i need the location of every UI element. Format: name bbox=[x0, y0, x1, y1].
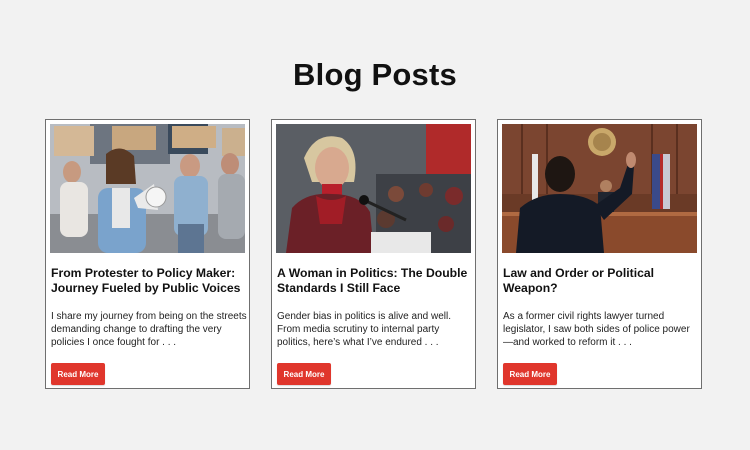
post-title[interactable]: A Woman in Politics: The Double Standard… bbox=[277, 266, 472, 296]
post-image-courtroom[interactable] bbox=[502, 124, 697, 253]
blog-card: Law and Order or Political Weapon? As a … bbox=[497, 119, 702, 389]
post-title[interactable]: Law and Order or Political Weapon? bbox=[503, 266, 698, 296]
post-image-podium[interactable] bbox=[276, 124, 471, 253]
blog-post-grid: From Protester to Policy Maker: Journey … bbox=[45, 119, 705, 391]
blog-card: From Protester to Policy Maker: Journey … bbox=[45, 119, 250, 389]
post-excerpt: As a former civil rights lawyer turned l… bbox=[503, 311, 690, 348]
courtroom-photo bbox=[502, 124, 697, 253]
read-more-button[interactable]: Read More bbox=[277, 363, 331, 385]
post-excerpt: Gender bias in politics is alive and wel… bbox=[277, 311, 451, 348]
post-image-protest[interactable] bbox=[50, 124, 245, 253]
blog-card: A Woman in Politics: The Double Standard… bbox=[271, 119, 476, 389]
page-title: Blog Posts bbox=[293, 56, 457, 92]
post-title[interactable]: From Protester to Policy Maker: Journey … bbox=[51, 266, 246, 296]
read-more-button[interactable]: Read More bbox=[503, 363, 557, 385]
post-excerpt: I share my journey from being on the str… bbox=[51, 311, 247, 348]
read-more-button[interactable]: Read More bbox=[51, 363, 105, 385]
protest-photo bbox=[50, 124, 245, 253]
podium-photo bbox=[276, 124, 471, 253]
